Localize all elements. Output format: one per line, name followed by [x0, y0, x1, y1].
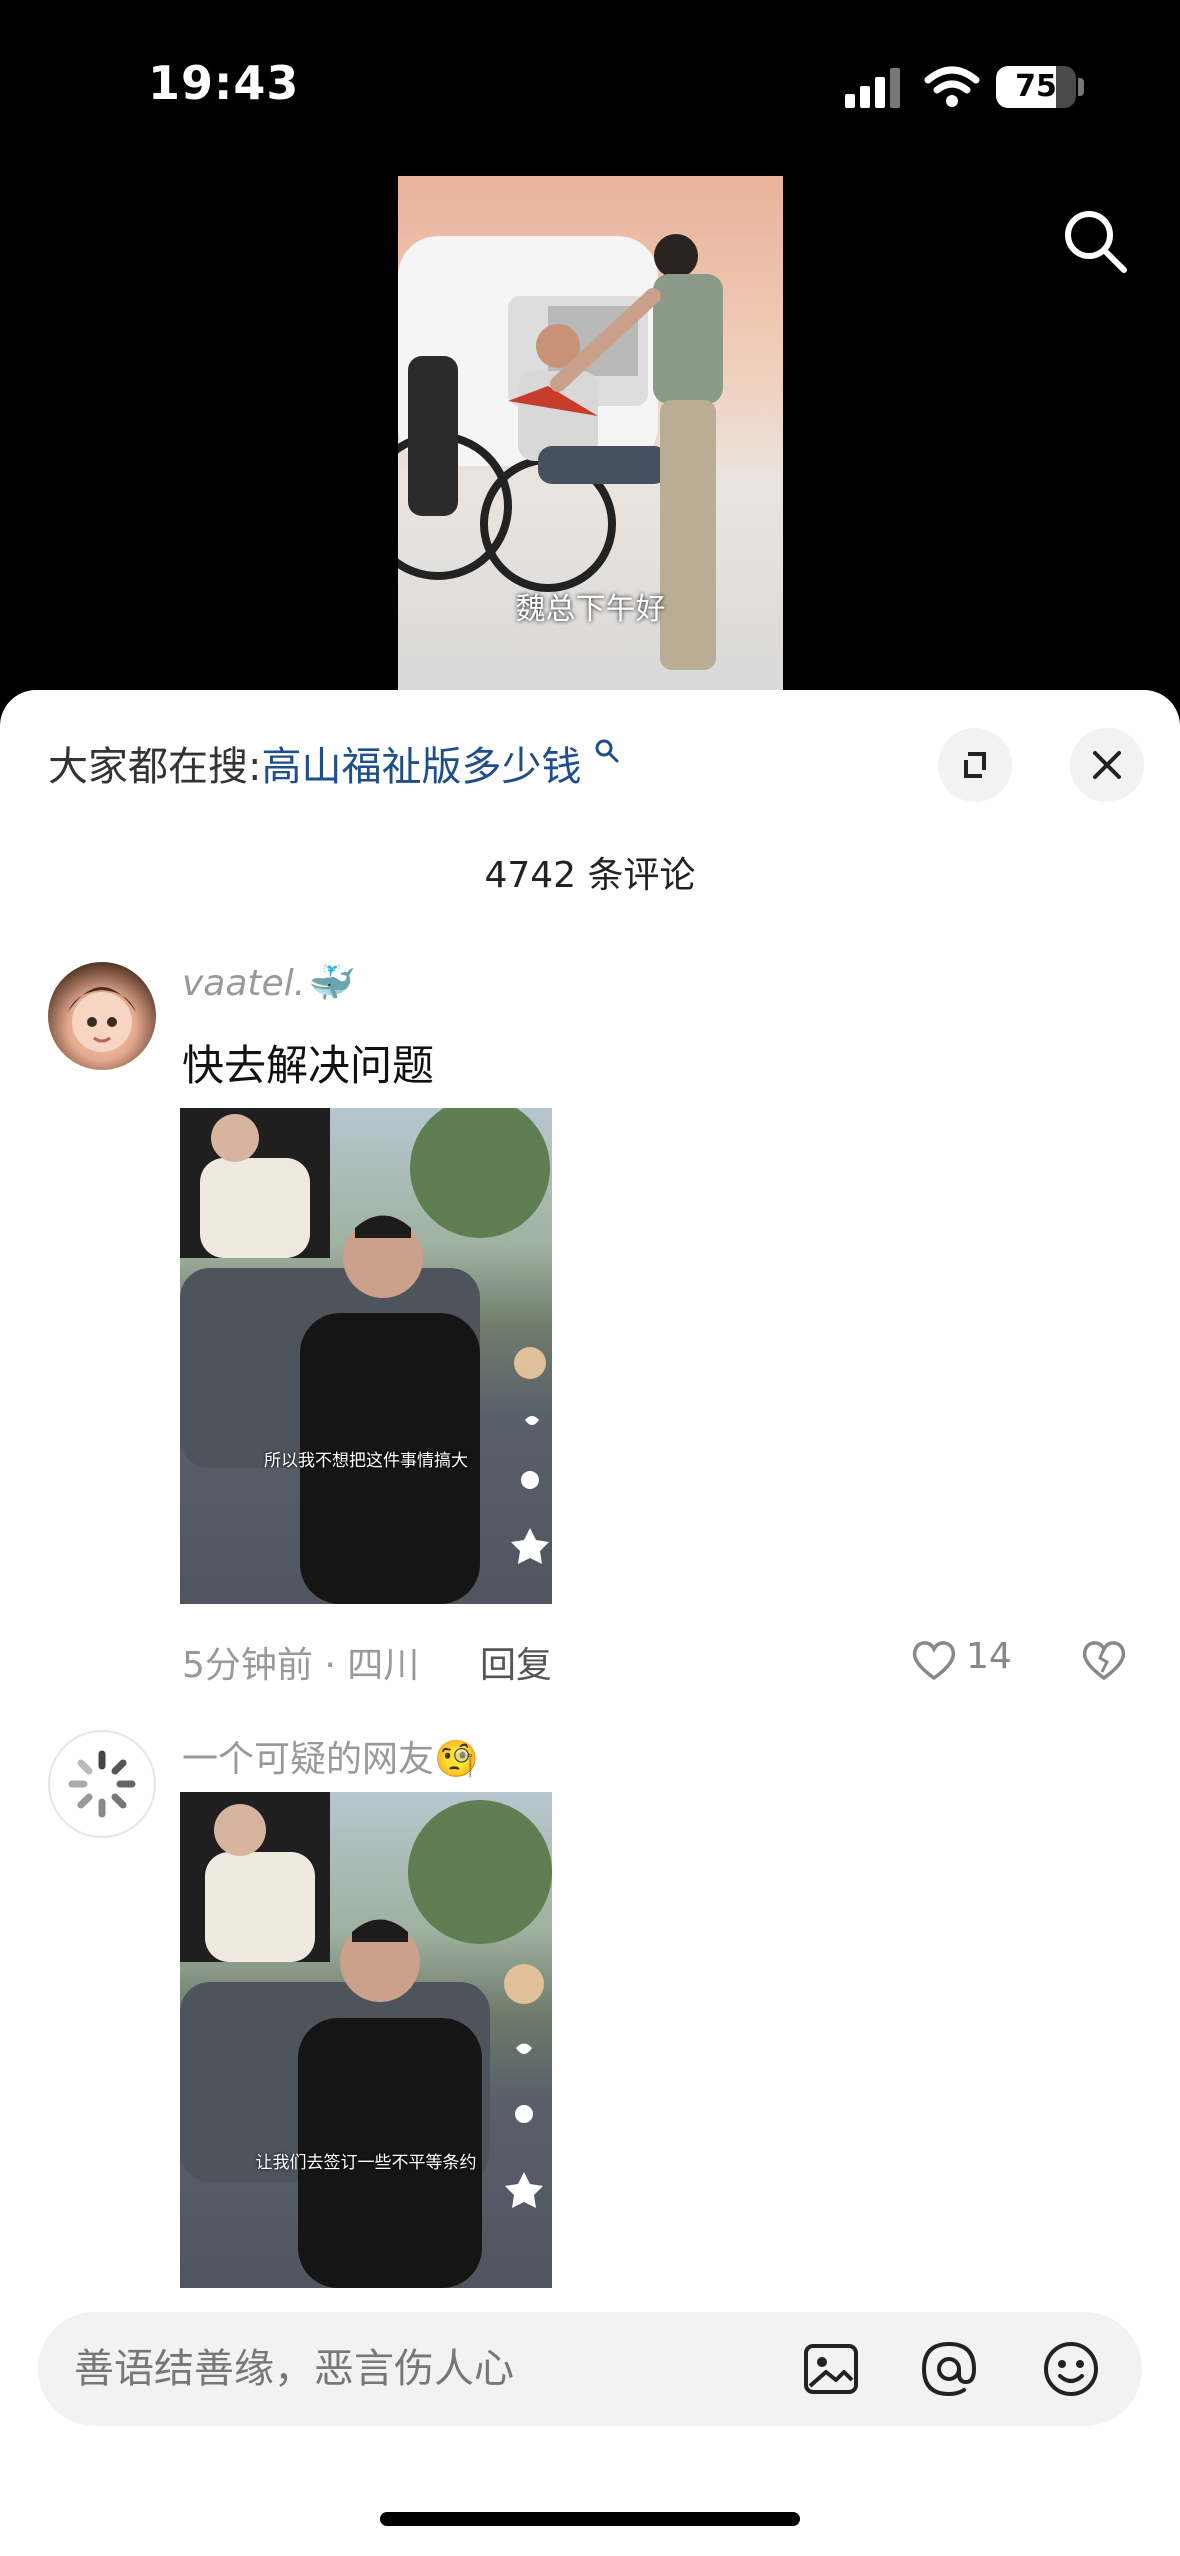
reply-button[interactable]: 回复	[480, 1636, 552, 1688]
avatar[interactable]	[48, 962, 156, 1070]
status-time: 19:43	[148, 56, 300, 110]
username-emoji: 🧐	[434, 1739, 479, 1780]
thumb-subtitle: 所以我不想把这件事情搞大	[264, 1451, 468, 1471]
comment-image-illustration	[180, 1108, 550, 1604]
search-icon[interactable]	[1060, 206, 1130, 276]
trending-prefix: 大家都在搜:	[48, 744, 262, 790]
comment-username[interactable]: vaatel.🐳	[182, 962, 350, 1004]
close-icon	[1093, 751, 1121, 779]
comment-count: 4742 条评论	[484, 855, 696, 896]
comment-input-bar[interactable]: 善语结善缘，恶言伤人心	[38, 2312, 1142, 2426]
battery-indicator: 75	[996, 66, 1076, 108]
emoji-icon[interactable]	[1040, 2338, 1102, 2400]
thumb-subtitle: 让我们去签订一些不平等条约	[255, 2153, 477, 2173]
username-text: vaatel.	[182, 963, 306, 1004]
comment-input[interactable]: 善语结善缘，恶言伤人心	[74, 2312, 514, 2426]
video-subtitle: 魏总下午好	[515, 592, 666, 627]
comment-image[interactable]: 所以我不想把这件事情搞大	[180, 1108, 552, 1604]
battery-tip	[1078, 78, 1084, 96]
avatar-illustration	[68, 987, 136, 1052]
comment-image[interactable]: 让我们去签订一些不平等条约	[180, 1792, 552, 2288]
cellular-signal-icon	[845, 68, 900, 108]
home-indicator	[380, 2512, 800, 2526]
trending-query[interactable]: 高山福祉版多少钱	[261, 744, 581, 790]
close-button[interactable]	[1070, 728, 1144, 802]
username-text: 一个可疑的网友	[182, 1739, 435, 1780]
comment-sheet: 大家都在搜:高山福祉版多少钱 4742 条评论 vaatel.🐳 快去解决问题	[0, 690, 1180, 2556]
loading-spinner-icon	[68, 1750, 136, 1818]
video-player[interactable]: 魏总下午好	[398, 176, 783, 690]
comment-meta: 5分钟前 · 四川	[182, 1645, 420, 1686]
battery-level: 75	[1015, 69, 1057, 104]
wifi-icon	[924, 66, 980, 107]
search-icon	[595, 739, 619, 763]
at-icon[interactable]	[918, 2338, 980, 2400]
comment-username[interactable]: 一个可疑的网友🧐	[182, 1730, 479, 1782]
trending-search[interactable]: 大家都在搜:高山福祉版多少钱	[48, 734, 620, 792]
like-count: 14	[966, 1636, 1012, 1677]
expand-icon	[964, 752, 986, 778]
username-emoji: 🐳	[305, 963, 350, 1004]
broken-heart-icon[interactable]	[1080, 1638, 1128, 1682]
image-icon[interactable]	[800, 2338, 862, 2400]
comment-image-illustration	[180, 1792, 552, 2288]
comment-text: 快去解决问题	[182, 1041, 435, 1090]
expand-button[interactable]	[938, 728, 1012, 802]
avatar[interactable]	[48, 1730, 156, 1838]
heart-icon[interactable]	[910, 1638, 958, 1682]
